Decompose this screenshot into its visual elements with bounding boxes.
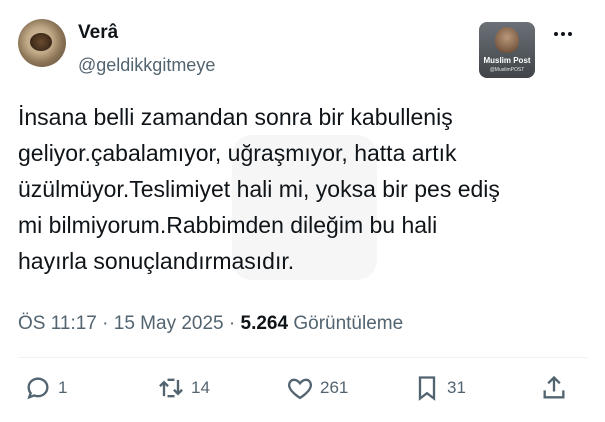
divider: [18, 357, 587, 358]
tweet-card: Verâ @geldikkgitmeye Muslim Post @Muslim…: [0, 0, 605, 422]
badge-title: Muslim Post: [483, 56, 531, 65]
like-count: 261: [320, 378, 349, 397]
more-icon[interactable]: [551, 22, 575, 46]
like-icon: [288, 378, 312, 400]
reply-button[interactable]: 1: [24, 373, 67, 403]
badge-handle: @MuslimPOST: [489, 67, 525, 73]
bookmark-count: 31: [447, 378, 466, 397]
share-icon: [543, 375, 565, 399]
meta-separator: ·: [102, 313, 109, 334]
tweet-date[interactable]: 15 May 2025: [114, 313, 224, 334]
tweet-meta: ÖS 11:17 · 15 May 2025 · 5.264 Görüntüle…: [18, 313, 403, 335]
retweet-icon: [159, 378, 183, 398]
views-label: Görüntüleme: [293, 313, 404, 334]
tweet-time[interactable]: ÖS 11:17: [18, 313, 97, 334]
reply-count: 1: [58, 378, 68, 397]
affiliate-badge[interactable]: Muslim Post @MuslimPOST: [479, 22, 535, 78]
retweet-count: 14: [191, 378, 210, 397]
reply-icon: [27, 377, 49, 400]
share-button[interactable]: [540, 373, 568, 403]
author-handle[interactable]: @geldikkgitmeye: [78, 55, 215, 76]
views-count: 5.264: [240, 313, 289, 334]
like-button[interactable]: 261: [286, 373, 348, 403]
bookmark-button[interactable]: 31: [413, 373, 466, 403]
retweet-button[interactable]: 14: [157, 373, 210, 403]
meta-separator: ·: [228, 313, 236, 334]
avatar[interactable]: [18, 19, 66, 67]
bookmark-icon: [418, 376, 436, 401]
badge-photo: [495, 27, 519, 53]
author-name[interactable]: Verâ: [78, 22, 118, 44]
tweet-text: İnsana belli zamandan sonra bir kabullen…: [18, 104, 500, 274]
